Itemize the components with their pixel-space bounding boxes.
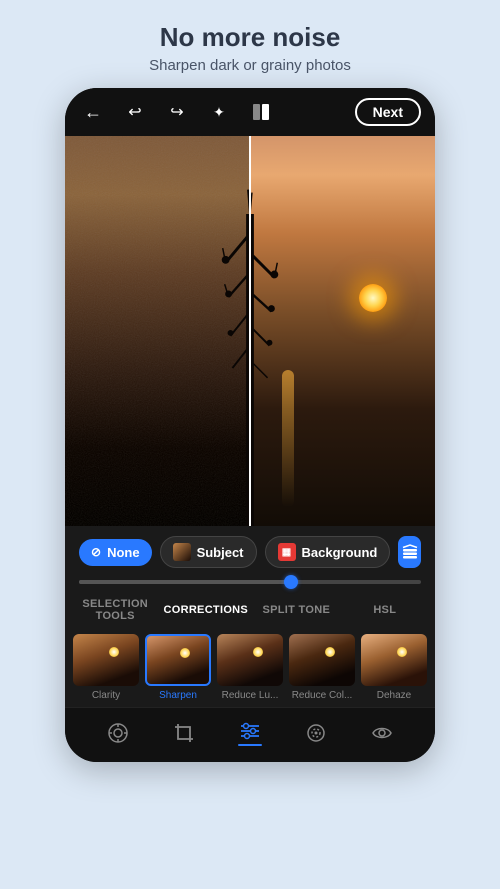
subject-pill[interactable]: Subject (160, 536, 257, 568)
page-title: No more noise (149, 22, 351, 53)
tab-split-tone[interactable]: SPLIT TONE (254, 600, 338, 620)
phone-mockup: ← ↩ ↪ ✦ Next (65, 88, 435, 762)
sun-element (359, 284, 387, 312)
magic-icon[interactable]: ✦ (205, 98, 233, 126)
thumb-label-reduce-col: Reduce Col... (292, 690, 353, 701)
background-pill[interactable]: ▦ Background (265, 536, 391, 568)
nav-adjustments[interactable] (230, 718, 270, 748)
slider-track[interactable] (79, 580, 421, 584)
thumbnail-strip: Clarity Sharpen Reduce Lu... Reduce Col.… (65, 630, 435, 707)
nav-crop[interactable] (164, 718, 204, 748)
top-bar-left: ← ↩ ↪ ✦ (79, 98, 275, 126)
selection-pills: ⊘ None Subject ▦ Background (79, 536, 421, 568)
thumb-img-dehaze (361, 634, 427, 686)
thumb-label-dehaze: Dehaze (377, 690, 411, 701)
thumb-img-clarity (73, 634, 139, 686)
subject-thumb (173, 543, 191, 561)
slider-thumb[interactable] (284, 575, 298, 589)
redo-icon[interactable]: ↪ (163, 98, 191, 126)
background-icon: ▦ (278, 543, 296, 561)
thumb-sharpen[interactable]: Sharpen (145, 634, 211, 701)
slider-fill (79, 580, 291, 584)
thumb-label-sharpen: Sharpen (159, 690, 197, 701)
slider-row (65, 574, 435, 584)
thumb-img-reduce-lu (217, 634, 283, 686)
water-reflection (282, 370, 294, 507)
before-after-divider (249, 136, 251, 526)
compare-icon[interactable] (247, 98, 275, 126)
tabs-row: SELECTION TOOLS CORRECTIONS SPLIT TONE H… (65, 584, 435, 630)
tab-corrections[interactable]: CORRECTIONS (161, 600, 250, 620)
photo-preview (65, 136, 435, 526)
thumb-img-sharpen (145, 634, 211, 686)
undo-icon[interactable]: ↩ (121, 98, 149, 126)
thumb-label-clarity: Clarity (92, 690, 120, 701)
thumb-reduce-lu[interactable]: Reduce Lu... (217, 634, 283, 701)
subject-label: Subject (197, 545, 244, 560)
nav-eye[interactable] (362, 718, 402, 748)
nav-presets[interactable] (98, 718, 138, 748)
page-subtitle: Sharpen dark or grainy photos (149, 57, 351, 74)
tab-selection-tools[interactable]: SELECTION TOOLS (73, 594, 157, 626)
next-button[interactable]: Next (355, 98, 421, 126)
layers-button[interactable] (398, 536, 421, 568)
thumb-reduce-col[interactable]: Reduce Col... (289, 634, 355, 701)
thumb-clarity[interactable]: Clarity (73, 634, 139, 701)
bottom-nav (65, 707, 435, 762)
thumb-img-reduce-col (289, 634, 355, 686)
nav-active-indicator (238, 744, 262, 746)
top-bar: ← ↩ ↪ ✦ Next (65, 88, 435, 136)
tab-hsl[interactable]: HSL (343, 600, 427, 620)
none-pill[interactable]: ⊘ None (79, 539, 152, 566)
thumb-dehaze[interactable]: Dehaze (361, 634, 427, 701)
none-icon: ⊘ (91, 545, 101, 559)
selection-area: ⊘ None Subject ▦ Background (65, 526, 435, 574)
thumb-label-reduce-lu: Reduce Lu... (222, 690, 279, 701)
none-label: None (107, 545, 140, 560)
back-icon[interactable]: ← (79, 98, 107, 126)
background-label: Background (302, 545, 378, 560)
nav-healing[interactable] (296, 718, 336, 748)
